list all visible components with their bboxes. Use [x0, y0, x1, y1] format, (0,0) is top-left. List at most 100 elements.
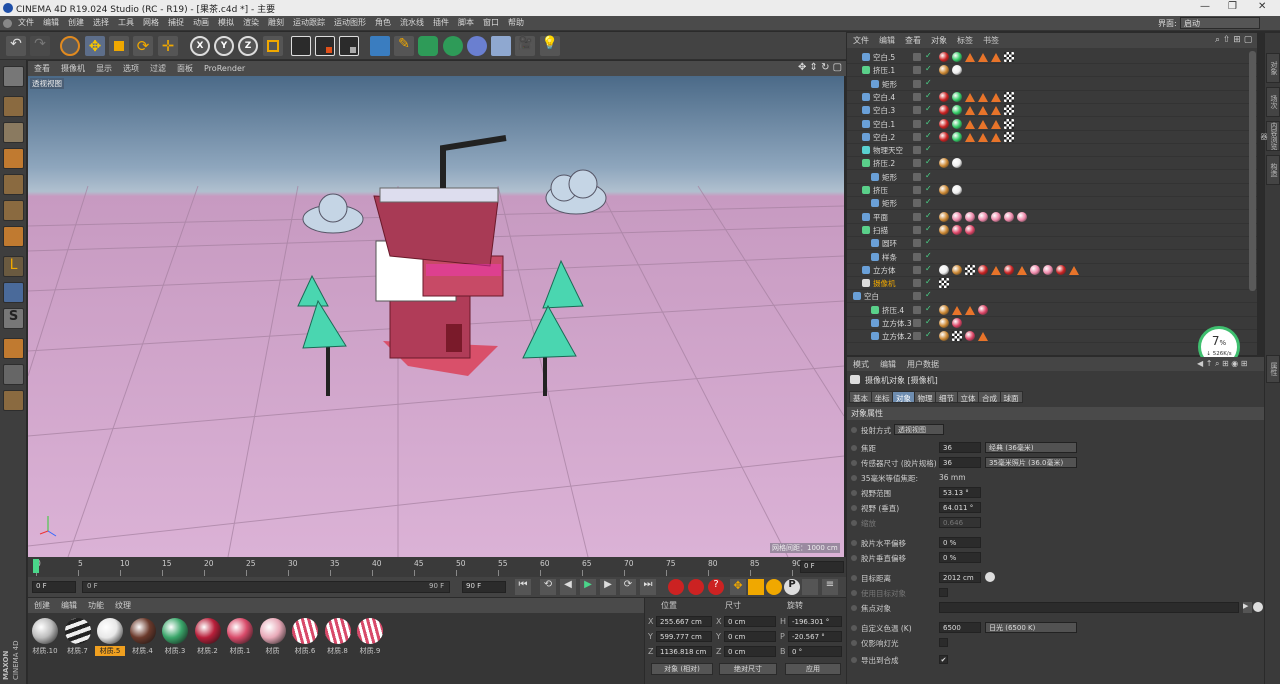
- enable-check-icon[interactable]: ✓: [925, 264, 932, 273]
- object-row[interactable]: 立方体.2 ✓: [847, 330, 1257, 344]
- rotation-field[interactable]: 0 °: [788, 646, 842, 657]
- material-tag-icon[interactable]: [952, 118, 962, 129]
- render-settings-icon[interactable]: [339, 36, 359, 56]
- viewport-menu-item[interactable]: 显示: [90, 61, 117, 74]
- attribute-tab[interactable]: 基本: [849, 391, 872, 403]
- phong-tag-icon[interactable]: [991, 132, 1001, 142]
- end-frame-field[interactable]: 90 F: [462, 581, 506, 593]
- phong-tag-icon[interactable]: [978, 53, 988, 62]
- timeline-ruler[interactable]: 051015202530354045505560657075808590 0 F: [28, 557, 846, 577]
- material-swatch[interactable]: 材质.1: [225, 618, 255, 666]
- preset-select[interactable]: 经典 (36毫米): [985, 442, 1077, 453]
- position-field[interactable]: 599.777 cm: [656, 631, 712, 642]
- focus-object-link[interactable]: [939, 602, 1239, 613]
- material-tag-icon[interactable]: [939, 331, 949, 342]
- attribute-value-field[interactable]: 36: [939, 442, 981, 453]
- menu-item[interactable]: 文件: [14, 16, 39, 28]
- object-row[interactable]: 空白 ✓: [847, 290, 1257, 304]
- object-row[interactable]: 扫描 ✓: [847, 224, 1257, 237]
- visibility-toggle[interactable]: [913, 332, 921, 341]
- attribute-value-field[interactable]: 2012 cm: [939, 572, 981, 583]
- next-frame-icon[interactable]: ▶: [600, 579, 616, 595]
- attribute-value-field[interactable]: 6500: [939, 622, 981, 633]
- phong-tag-icon[interactable]: [991, 106, 1001, 116]
- size-field[interactable]: 0 cm: [724, 631, 776, 642]
- material-tag-icon[interactable]: [952, 185, 962, 195]
- animate-dot-icon[interactable]: [851, 625, 857, 631]
- enable-check-icon[interactable]: ✓: [925, 157, 932, 166]
- coordinate-system-icon[interactable]: [263, 36, 283, 56]
- attribute-tab[interactable]: 物理: [913, 391, 937, 403]
- menu-item[interactable]: 网格: [139, 16, 164, 28]
- material-tag-icon[interactable]: [952, 65, 962, 76]
- menu-item[interactable]: 帮助: [504, 16, 529, 28]
- enable-check-icon[interactable]: ✓: [925, 251, 932, 260]
- texture-tag-icon[interactable]: [952, 331, 962, 342]
- enable-check-icon[interactable]: ✓: [925, 104, 932, 113]
- attribute-checkbox[interactable]: [939, 638, 948, 647]
- attribute-value-field[interactable]: 36: [939, 457, 981, 468]
- phong-tag-icon[interactable]: [952, 305, 962, 315]
- position-field[interactable]: 255.667 cm: [656, 616, 712, 627]
- snap-icon[interactable]: S: [3, 308, 24, 329]
- viewport-menu-item[interactable]: 过滤: [144, 61, 171, 74]
- phong-tag-icon[interactable]: [965, 119, 975, 129]
- object-row[interactable]: 挤压 ✓: [847, 184, 1257, 197]
- object-scrollbar[interactable]: [1249, 51, 1256, 291]
- visibility-toggle[interactable]: [913, 186, 921, 194]
- attribute-tab[interactable]: 球面: [999, 391, 1023, 403]
- planar-workplane-icon[interactable]: [3, 390, 24, 411]
- render-view-icon[interactable]: [291, 36, 311, 56]
- enable-check-icon[interactable]: ✓: [925, 197, 932, 206]
- object-row[interactable]: 平面 ✓: [847, 211, 1257, 224]
- animate-dot-icon[interactable]: [851, 657, 857, 663]
- coord-mode-select[interactable]: 对象 (相对): [651, 663, 713, 675]
- texture-tag-icon[interactable]: [1004, 131, 1014, 142]
- cube-object-icon[interactable]: [370, 36, 390, 56]
- attribute-menu-item[interactable]: 编辑: [874, 357, 901, 370]
- y-axis-icon[interactable]: Y: [214, 36, 234, 56]
- texture-tag-icon[interactable]: [1004, 105, 1014, 116]
- pick-distance-icon[interactable]: [985, 572, 995, 582]
- material-tag-icon[interactable]: [965, 331, 975, 342]
- pen-spline-icon[interactable]: ✎: [394, 36, 414, 56]
- redo-icon[interactable]: ↷: [30, 36, 50, 56]
- phong-tag-icon[interactable]: [978, 119, 988, 129]
- side-tab[interactable]: 构造: [1266, 155, 1280, 185]
- phong-tag-icon[interactable]: [965, 132, 975, 142]
- material-tag-icon[interactable]: [978, 264, 988, 275]
- texture-tag-icon[interactable]: [1004, 91, 1014, 102]
- material-tag-icon[interactable]: [978, 304, 988, 315]
- enable-check-icon[interactable]: ✓: [925, 211, 932, 220]
- record-key-icon[interactable]: [668, 579, 684, 595]
- menu-item[interactable]: 工具: [114, 16, 139, 28]
- phong-tag-icon[interactable]: [978, 332, 988, 342]
- visibility-toggle[interactable]: [913, 132, 921, 141]
- attribute-value-field[interactable]: 0 %: [939, 537, 981, 548]
- menu-item[interactable]: 角色: [371, 16, 396, 28]
- material-menu-item[interactable]: 创建: [28, 598, 55, 611]
- material-tag-icon[interactable]: [1056, 264, 1066, 275]
- link-arrow-icon[interactable]: ▶: [1243, 602, 1252, 613]
- key-param-icon[interactable]: P: [784, 579, 800, 595]
- close-icon[interactable]: ✕: [1258, 1, 1266, 12]
- phong-tag-icon[interactable]: [965, 53, 975, 62]
- visibility-toggle[interactable]: [913, 225, 921, 234]
- material-swatch[interactable]: 材质.8: [323, 618, 353, 666]
- pick-object-icon[interactable]: [1253, 602, 1263, 612]
- object-search-icon[interactable]: ⌕ ⇧ ⊞ ▢: [1215, 35, 1252, 45]
- animate-dot-icon[interactable]: [851, 590, 857, 596]
- menu-item[interactable]: 运动跟踪: [289, 16, 330, 28]
- menu-item[interactable]: 捕捉: [164, 16, 189, 28]
- phong-tag-icon[interactable]: [991, 53, 1001, 62]
- visibility-toggle[interactable]: [913, 66, 921, 75]
- material-menu-item[interactable]: 编辑: [55, 598, 82, 611]
- enable-check-icon[interactable]: ✓: [925, 131, 932, 140]
- object-row[interactable]: 立方体.3 ✓: [847, 317, 1257, 330]
- current-frame-field[interactable]: 0 F: [800, 561, 844, 573]
- preset-select[interactable]: 35毫米照片 (36.0毫米): [985, 457, 1077, 468]
- viewport-nav-icon[interactable]: ✥ ⇕ ↻ ▢: [798, 62, 842, 73]
- material-swatch[interactable]: 材质: [258, 618, 288, 666]
- side-tab[interactable]: 对象: [1266, 53, 1280, 83]
- material-swatch[interactable]: 材质.7: [63, 618, 93, 666]
